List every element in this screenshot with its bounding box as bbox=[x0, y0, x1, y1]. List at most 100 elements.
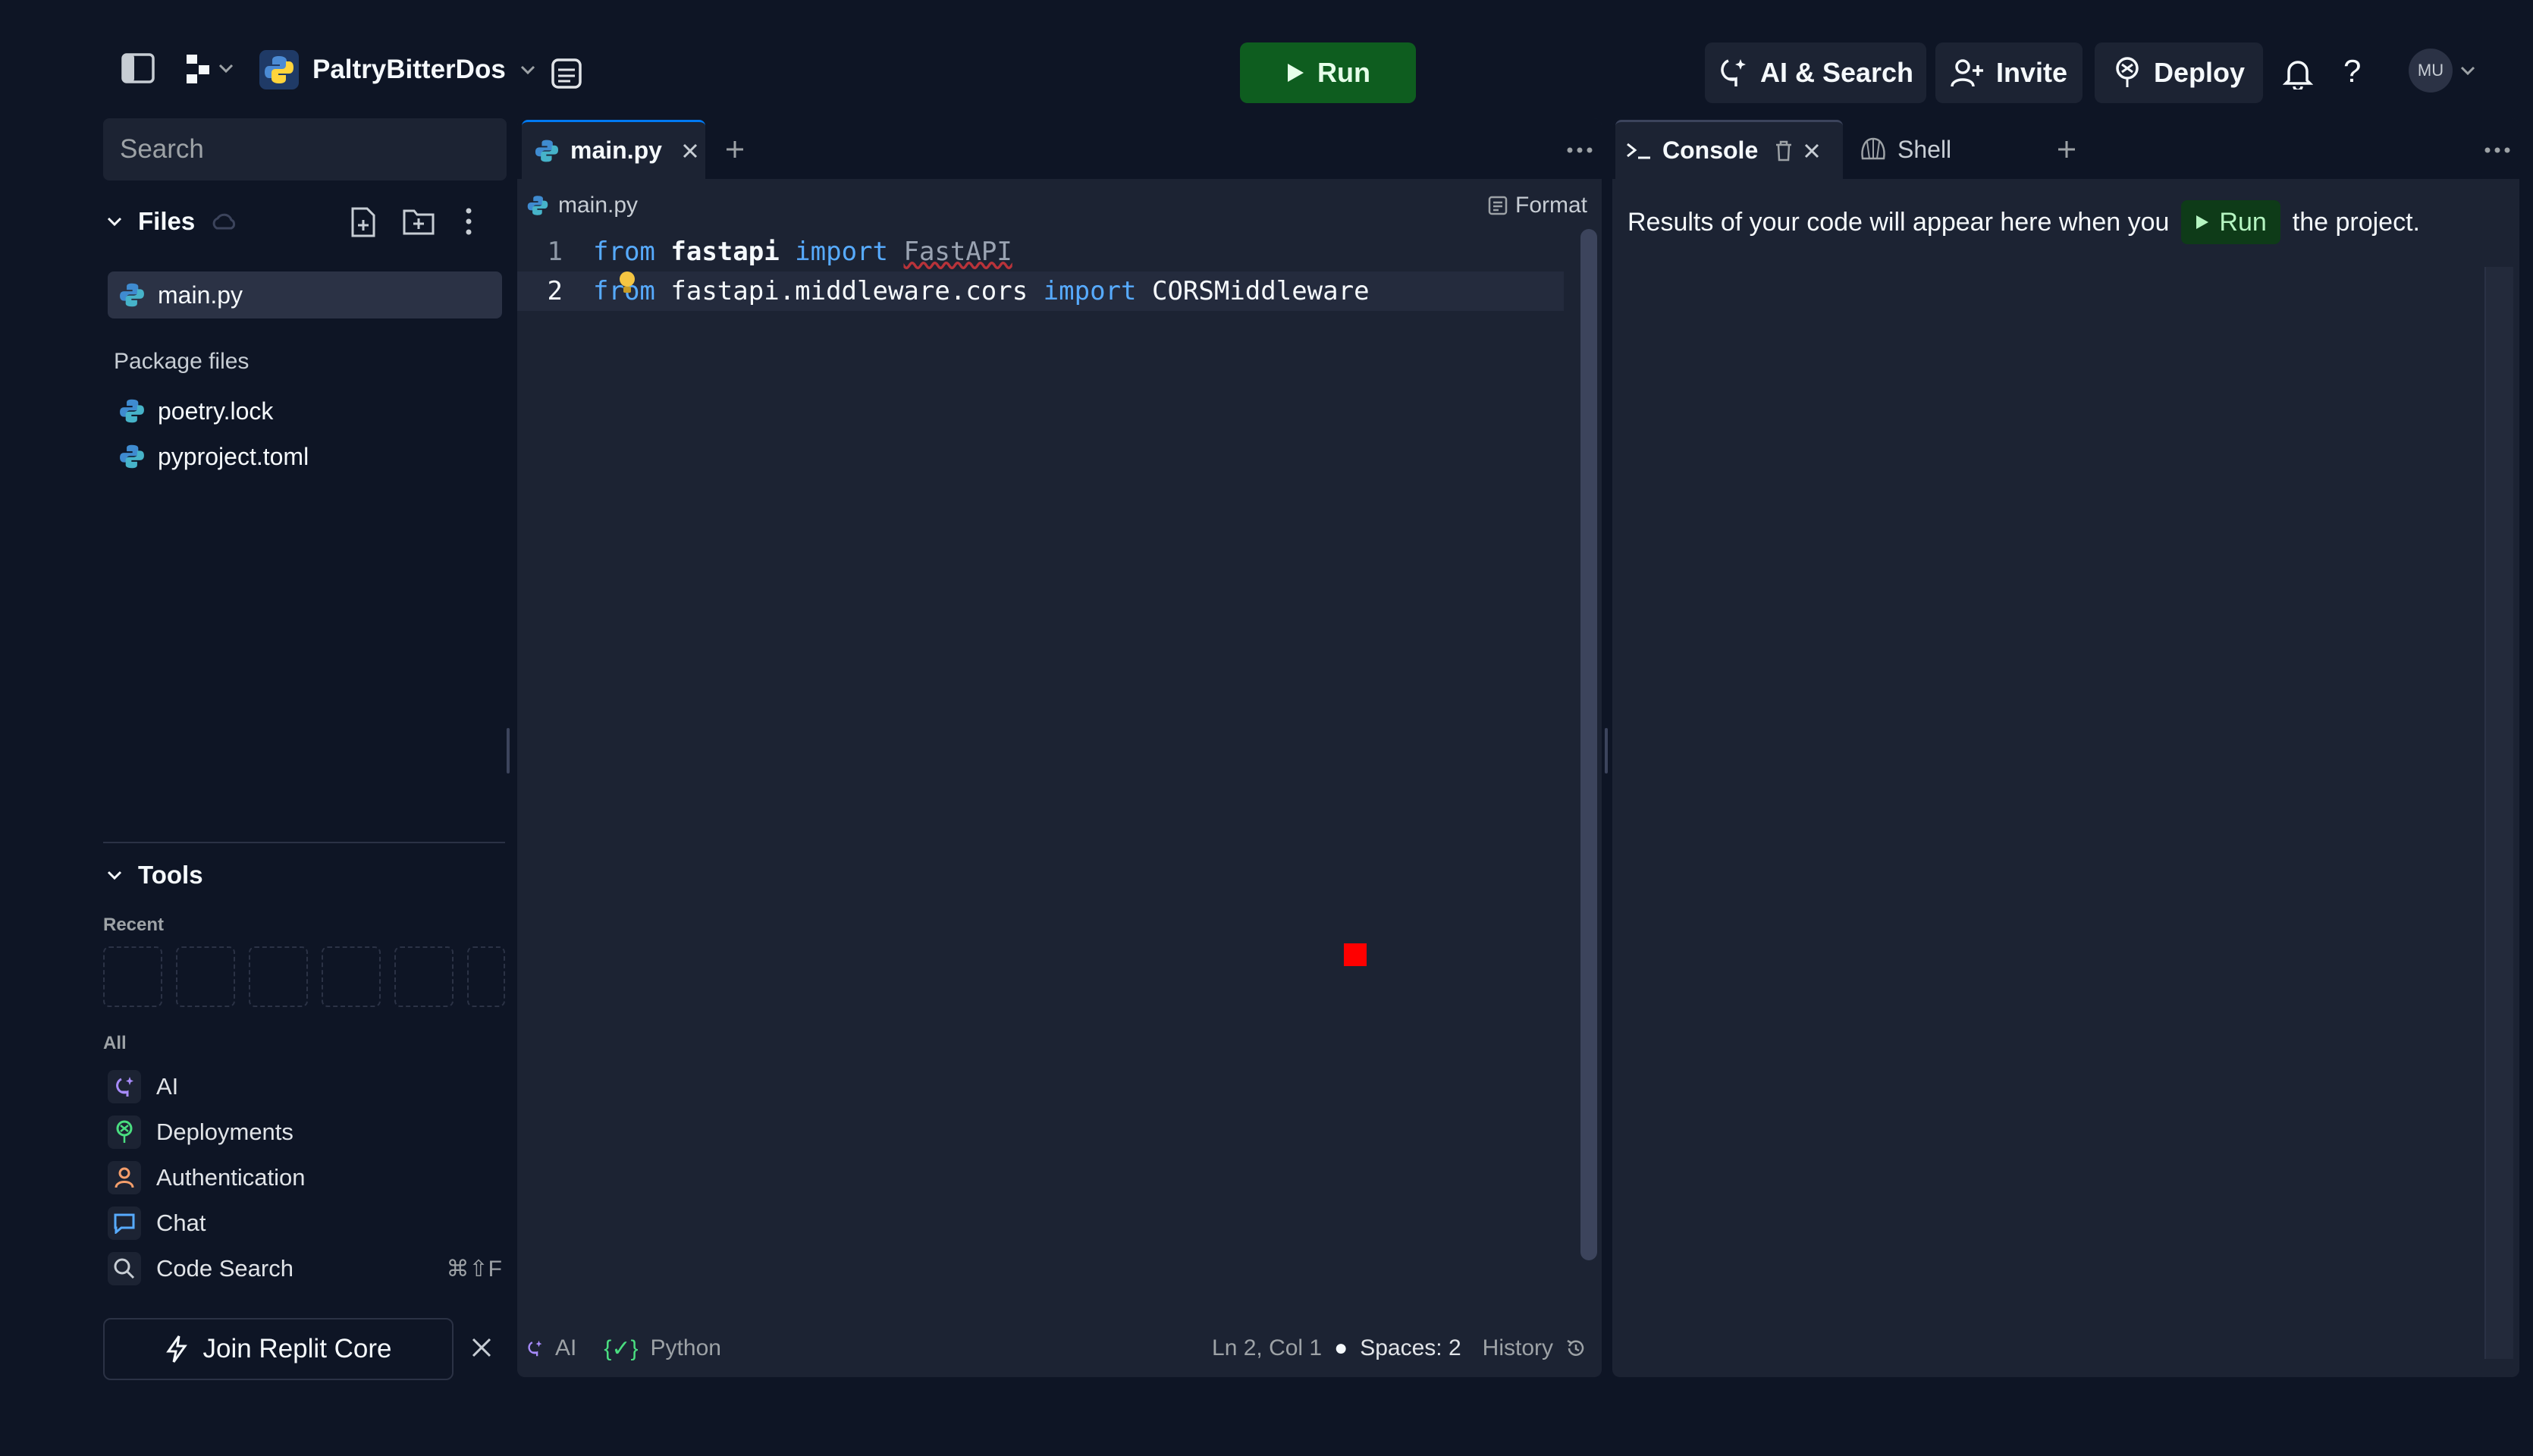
divider bbox=[103, 842, 505, 843]
code-name: FastAPI bbox=[903, 237, 1012, 267]
terminal-prompt-icon bbox=[1626, 142, 1652, 160]
breadcrumb-file: main.py bbox=[558, 193, 639, 218]
tool-item-authentication[interactable]: Authentication bbox=[108, 1156, 305, 1200]
recent-tool-slot bbox=[322, 946, 381, 1007]
code-keyword: from bbox=[593, 237, 655, 267]
database-icon[interactable] bbox=[551, 58, 582, 89]
add-tab-icon[interactable] bbox=[725, 140, 745, 159]
avatar: MU bbox=[2409, 49, 2453, 93]
language-icon: {✓} bbox=[604, 1335, 639, 1361]
invite-button[interactable]: Invite bbox=[1935, 42, 2083, 103]
file-item-main-py[interactable]: main.py bbox=[108, 271, 502, 318]
breadcrumb[interactable]: main.py bbox=[526, 188, 638, 223]
history-icon[interactable] bbox=[1565, 1338, 1587, 1359]
new-file-icon[interactable] bbox=[349, 206, 378, 238]
tool-item-code-search[interactable]: Code Search ⌘⇧F bbox=[108, 1247, 502, 1291]
tool-label: Authentication bbox=[156, 1164, 306, 1191]
sidebar-resize-handle[interactable] bbox=[507, 728, 510, 774]
file-name: pyproject.toml bbox=[158, 442, 309, 470]
more-options-icon[interactable] bbox=[1567, 147, 1593, 153]
tab-label: Shell bbox=[1897, 135, 1952, 163]
trash-icon[interactable] bbox=[1775, 140, 1793, 162]
python-file-icon bbox=[534, 138, 560, 164]
join-replit-core-button[interactable]: Join Replit Core bbox=[103, 1318, 454, 1380]
code-keyword: import bbox=[795, 237, 888, 267]
tool-label: AI bbox=[156, 1073, 179, 1100]
tool-item-chat[interactable]: Chat bbox=[108, 1201, 206, 1245]
recent-tool-slot bbox=[249, 946, 308, 1007]
tool-item-ai[interactable]: AI bbox=[108, 1065, 178, 1109]
invite-label: Invite bbox=[1995, 57, 2068, 88]
add-user-icon bbox=[1951, 58, 1984, 88]
play-icon bbox=[1285, 62, 1305, 83]
package-files-title: Package files bbox=[114, 349, 250, 374]
tab-main-py[interactable]: main.py bbox=[522, 120, 705, 179]
status-ai[interactable]: AI bbox=[555, 1335, 576, 1361]
python-file-icon bbox=[118, 397, 146, 425]
inline-run-button[interactable]: Run bbox=[2181, 200, 2280, 244]
code-line-active: 2 from fastapi.middleware.cors import CO… bbox=[517, 271, 1564, 311]
close-tab-icon[interactable] bbox=[1803, 143, 1820, 159]
search-icon bbox=[108, 1252, 141, 1285]
ai-icon bbox=[526, 1338, 543, 1358]
pane-resize-handle[interactable] bbox=[1605, 728, 1608, 774]
status-language[interactable]: Python bbox=[651, 1335, 721, 1361]
more-options-icon[interactable] bbox=[464, 206, 473, 237]
files-section-header[interactable]: Files bbox=[106, 200, 237, 243]
message-text: Results of your code will appear here wh… bbox=[1627, 207, 2170, 237]
tab-label: main.py bbox=[570, 136, 662, 164]
tab-label: Console bbox=[1662, 136, 1759, 164]
bell-icon[interactable] bbox=[2283, 58, 2313, 89]
ai-search-button[interactable]: AI & Search bbox=[1705, 42, 1926, 103]
play-icon bbox=[2195, 214, 2210, 231]
top-bar: PaltryBitterDos Run AI & Search Invite D… bbox=[0, 0, 2533, 103]
format-label: Format bbox=[1515, 193, 1588, 218]
code-area[interactable]: 1 from fastapi import FastAPI 2 from fas… bbox=[517, 232, 1564, 315]
format-button[interactable]: Format bbox=[1488, 188, 1587, 223]
user-icon bbox=[108, 1161, 141, 1194]
tab-console[interactable]: Console bbox=[1615, 120, 1843, 179]
deploy-button[interactable]: Deploy bbox=[2095, 42, 2263, 103]
join-core-label: Join Replit Core bbox=[202, 1334, 392, 1363]
format-icon bbox=[1488, 196, 1508, 215]
all-tools-label: All bbox=[103, 1033, 127, 1053]
lightbulb-icon[interactable] bbox=[617, 270, 637, 296]
dot-icon: ● bbox=[1334, 1335, 1348, 1360]
more-options-icon[interactable] bbox=[2484, 147, 2510, 153]
search-input[interactable]: Search bbox=[103, 118, 507, 180]
file-name: main.py bbox=[158, 281, 243, 309]
editor-scrollbar[interactable] bbox=[1580, 229, 1597, 1260]
close-icon[interactable] bbox=[470, 1336, 493, 1359]
add-tab-icon[interactable] bbox=[2057, 140, 2076, 159]
chevron-down-icon bbox=[106, 870, 123, 880]
pointer-marker bbox=[1344, 943, 1367, 966]
sidebar-toggle-icon[interactable] bbox=[121, 53, 155, 83]
code-name: CORSMiddleware bbox=[1151, 276, 1370, 306]
recent-tool-slot bbox=[467, 946, 505, 1007]
editor-status-bar: AI {✓} Python Ln 2, Col 1 ● Spaces: 2 Hi… bbox=[526, 1326, 1596, 1371]
ai-search-label: AI & Search bbox=[1759, 57, 1914, 88]
deploy-label: Deploy bbox=[2153, 57, 2246, 88]
tool-item-deployments[interactable]: Deployments bbox=[108, 1110, 293, 1154]
status-indent[interactable]: Spaces: 2 bbox=[1360, 1335, 1461, 1361]
python-logo-icon bbox=[259, 50, 299, 89]
run-button[interactable]: Run bbox=[1240, 42, 1416, 103]
account-menu[interactable]: MU bbox=[2409, 49, 2475, 93]
status-cursor-position[interactable]: Ln 2, Col 1 bbox=[1212, 1335, 1322, 1361]
line-number: 2 bbox=[547, 276, 563, 306]
file-item-pyproject-toml[interactable]: pyproject.toml bbox=[118, 434, 309, 479]
file-item-poetry-lock[interactable]: poetry.lock bbox=[118, 388, 273, 434]
deploy-icon bbox=[108, 1116, 141, 1149]
console-scrollbar[interactable] bbox=[2484, 267, 2513, 1359]
new-folder-icon[interactable] bbox=[402, 206, 435, 237]
tools-section-header[interactable]: Tools bbox=[106, 854, 203, 896]
help-button[interactable]: ? bbox=[2343, 53, 2361, 89]
project-name: PaltryBitterDos bbox=[312, 55, 506, 84]
status-history[interactable]: History bbox=[1483, 1335, 1553, 1361]
tab-shell[interactable]: Shell bbox=[1847, 121, 2031, 177]
project-switcher[interactable]: PaltryBitterDos bbox=[259, 49, 536, 91]
code-keyword: import bbox=[1043, 276, 1137, 306]
layout-switch-icon[interactable] bbox=[185, 52, 238, 85]
close-tab-icon[interactable] bbox=[682, 143, 698, 159]
code-module: fastapi bbox=[670, 237, 780, 267]
